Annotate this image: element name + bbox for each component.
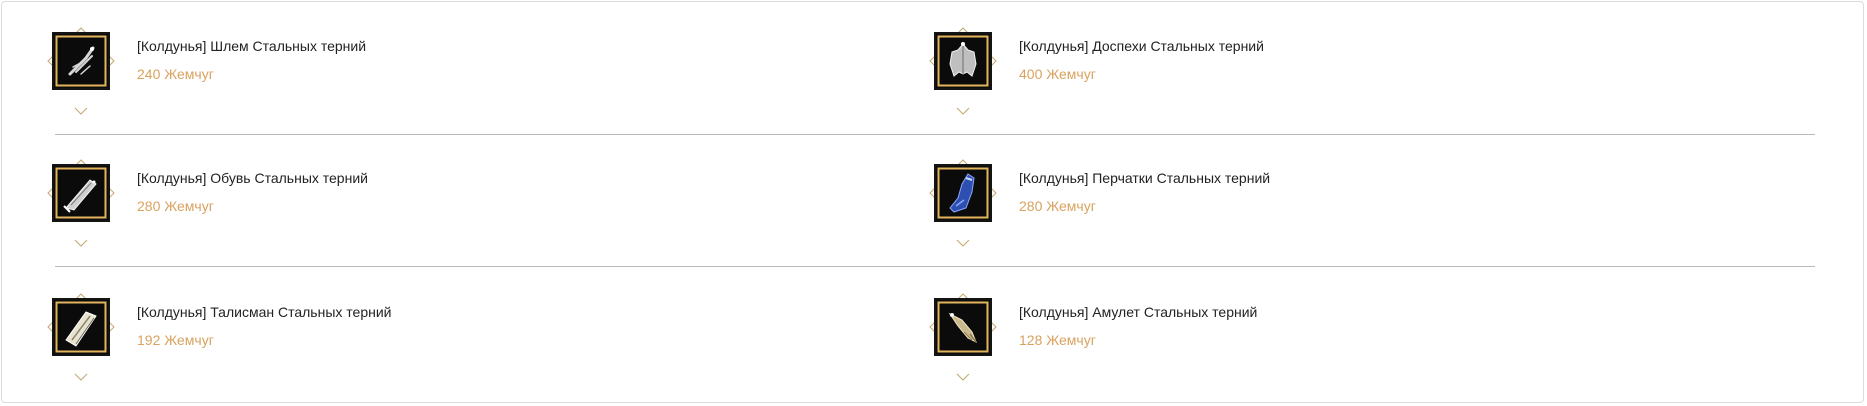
row-divider bbox=[55, 134, 1815, 135]
boots-icon bbox=[47, 159, 115, 247]
item-frame[interactable] bbox=[46, 158, 136, 248]
item-price: 240 Жемчуг bbox=[137, 66, 214, 82]
item-name[interactable]: [Колдунья] Перчатки Стальных терний bbox=[1019, 169, 1270, 187]
item-frame[interactable] bbox=[928, 26, 1018, 116]
item-name[interactable]: [Колдунья] Обувь Стальных терний bbox=[137, 169, 368, 187]
item-name[interactable]: [Колдунья] Доспехи Стальных терний bbox=[1019, 37, 1264, 55]
item-frame[interactable] bbox=[928, 292, 1018, 382]
item-price: 280 Жемчуг bbox=[1019, 198, 1096, 214]
item-price: 192 Жемчуг bbox=[137, 332, 214, 348]
item-frame[interactable] bbox=[46, 26, 136, 116]
amulet-icon bbox=[929, 293, 997, 381]
item-price: 280 Жемчуг bbox=[137, 198, 214, 214]
armor-icon bbox=[929, 27, 997, 115]
item-name[interactable]: [Колдунья] Амулет Стальных терний bbox=[1019, 303, 1257, 321]
item-price: 400 Жемчуг bbox=[1019, 66, 1096, 82]
item-price: 128 Жемчуг bbox=[1019, 332, 1096, 348]
helm-icon bbox=[47, 27, 115, 115]
row-divider bbox=[55, 266, 1815, 267]
item-name[interactable]: [Колдунья] Шлем Стальных терний bbox=[137, 37, 366, 55]
talisman-icon bbox=[47, 293, 115, 381]
item-name[interactable]: [Колдунья] Талисман Стальных терний bbox=[137, 303, 391, 321]
item-frame[interactable] bbox=[46, 292, 136, 382]
item-frame[interactable] bbox=[928, 158, 1018, 248]
items-panel: [Колдунья] Шлем Стальных терний 240 Жемч… bbox=[1, 1, 1864, 403]
gloves-icon bbox=[929, 159, 997, 247]
